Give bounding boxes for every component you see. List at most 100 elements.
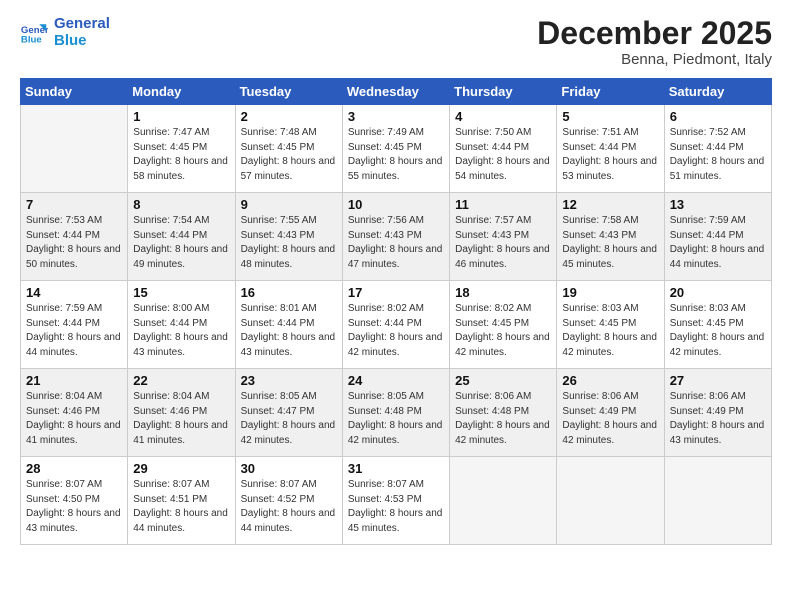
header: General Blue General Blue December 2025 … bbox=[20, 16, 772, 68]
weekday-monday: Monday bbox=[128, 79, 235, 105]
calendar-day-31: 31 Sunrise: 8:07 AMSunset: 4:53 PMDayligh… bbox=[342, 457, 449, 545]
day-info: Sunrise: 7:56 AMSunset: 4:43 PMDaylight:… bbox=[348, 214, 444, 272]
calendar-week-5: 28Sunrise: 8:07 AMSunset: 4:50 PMDayligh… bbox=[21, 457, 772, 545]
calendar-day-12: 12 Sunrise: 7:58 AMSunset: 4:43 PMDayligh… bbox=[557, 193, 664, 281]
day-number: 4 bbox=[455, 109, 551, 124]
calendar-day-6: 6 Sunrise: 7:52 AMSunset: 4:44 PMDaylight… bbox=[664, 105, 771, 193]
weekday-tuesday: Tuesday bbox=[235, 79, 342, 105]
calendar-day-9: 9Sunrise: 7:55 AMSunset: 4:43 PMDaylight… bbox=[235, 193, 342, 281]
day-number: 8 bbox=[133, 197, 229, 212]
calendar-day-30: 30 Sunrise: 8:07 AMSunset: 4:52 PMDayligh… bbox=[235, 457, 342, 545]
calendar-week-4: 21Sunrise: 8:04 AMSunset: 4:46 PMDayligh… bbox=[21, 369, 772, 457]
day-info: Sunrise: 8:07 AMSunset: 4:52 PMDaylight:… bbox=[241, 478, 337, 536]
calendar-day-5: 5 Sunrise: 7:51 AMSunset: 4:44 PMDaylight… bbox=[557, 105, 664, 193]
day-info: Sunrise: 7:52 AMSunset: 4:44 PMDaylight:… bbox=[670, 126, 766, 184]
day-info: Sunrise: 7:57 AMSunset: 4:43 PMDaylight:… bbox=[455, 214, 551, 272]
calendar-day-8: 8 Sunrise: 7:54 AMSunset: 4:44 PMDaylight… bbox=[128, 193, 235, 281]
calendar-week-3: 14 Sunrise: 7:59 AMSunset: 4:44 PMDayligh… bbox=[21, 281, 772, 369]
calendar-day-26: 26 Sunrise: 8:06 AMSunset: 4:49 PMDayligh… bbox=[557, 369, 664, 457]
day-info: Sunrise: 8:07 AMSunset: 4:51 PMDaylight:… bbox=[133, 478, 229, 536]
day-info: Sunrise: 7:59 AMSunset: 4:44 PMDaylight:… bbox=[26, 302, 122, 360]
day-number: 24 bbox=[348, 373, 444, 388]
day-info: Sunrise: 7:50 AMSunset: 4:44 PMDaylight:… bbox=[455, 126, 551, 184]
day-info: Sunrise: 8:06 AMSunset: 4:49 PMDaylight:… bbox=[562, 390, 658, 448]
calendar-day-14: 14 Sunrise: 7:59 AMSunset: 4:44 PMDayligh… bbox=[21, 281, 128, 369]
day-number: 5 bbox=[562, 109, 658, 124]
calendar-day-21: 21Sunrise: 8:04 AMSunset: 4:46 PMDayligh… bbox=[21, 369, 128, 457]
calendar-table: SundayMondayTuesdayWednesdayThursdayFrid… bbox=[20, 78, 772, 545]
day-info: Sunrise: 8:03 AMSunset: 4:45 PMDaylight:… bbox=[670, 302, 766, 360]
day-number: 14 bbox=[26, 285, 122, 300]
calendar-day-20: 20Sunrise: 8:03 AMSunset: 4:45 PMDayligh… bbox=[664, 281, 771, 369]
calendar-day-10: 10Sunrise: 7:56 AMSunset: 4:43 PMDayligh… bbox=[342, 193, 449, 281]
day-info: Sunrise: 7:51 AMSunset: 4:44 PMDaylight:… bbox=[562, 126, 658, 184]
empty-cell bbox=[21, 105, 128, 193]
calendar-day-25: 25Sunrise: 8:06 AMSunset: 4:48 PMDayligh… bbox=[450, 369, 557, 457]
svg-text:Blue: Blue bbox=[21, 34, 42, 45]
day-info: Sunrise: 8:01 AMSunset: 4:44 PMDaylight:… bbox=[241, 302, 337, 360]
day-info: Sunrise: 8:04 AMSunset: 4:46 PMDaylight:… bbox=[26, 390, 122, 448]
day-number: 13 bbox=[670, 197, 766, 212]
calendar-day-22: 22 Sunrise: 8:04 AMSunset: 4:46 PMDayligh… bbox=[128, 369, 235, 457]
calendar-day-2: 2 Sunrise: 7:48 AMSunset: 4:45 PMDaylight… bbox=[235, 105, 342, 193]
day-number: 19 bbox=[562, 285, 658, 300]
logo-icon: General Blue bbox=[20, 19, 48, 47]
month-title: December 2025 bbox=[537, 16, 772, 51]
day-info: Sunrise: 7:48 AMSunset: 4:45 PMDaylight:… bbox=[241, 126, 337, 184]
calendar-day-23: 23 Sunrise: 8:05 AMSunset: 4:47 PMDayligh… bbox=[235, 369, 342, 457]
day-number: 29 bbox=[133, 461, 229, 476]
day-info: Sunrise: 7:53 AMSunset: 4:44 PMDaylight:… bbox=[26, 214, 122, 272]
day-number: 7 bbox=[26, 197, 122, 212]
day-info: Sunrise: 8:05 AMSunset: 4:47 PMDaylight:… bbox=[241, 390, 337, 448]
day-number: 22 bbox=[133, 373, 229, 388]
calendar-day-17: 17Sunrise: 8:02 AMSunset: 4:44 PMDayligh… bbox=[342, 281, 449, 369]
day-number: 23 bbox=[241, 373, 337, 388]
day-number: 3 bbox=[348, 109, 444, 124]
weekday-saturday: Saturday bbox=[664, 79, 771, 105]
day-info: Sunrise: 8:00 AMSunset: 4:44 PMDaylight:… bbox=[133, 302, 229, 360]
location: Benna, Piedmont, Italy bbox=[537, 51, 772, 68]
calendar-day-3: 3 Sunrise: 7:49 AMSunset: 4:45 PMDaylight… bbox=[342, 105, 449, 193]
title-block: December 2025 Benna, Piedmont, Italy bbox=[537, 16, 772, 68]
day-info: Sunrise: 8:07 AMSunset: 4:53 PMDaylight:… bbox=[348, 478, 444, 536]
day-number: 6 bbox=[670, 109, 766, 124]
weekday-wednesday: Wednesday bbox=[342, 79, 449, 105]
day-number: 9 bbox=[241, 197, 337, 212]
calendar-day-7: 7 Sunrise: 7:53 AMSunset: 4:44 PMDaylight… bbox=[21, 193, 128, 281]
empty-cell bbox=[557, 457, 664, 545]
day-info: Sunrise: 8:03 AMSunset: 4:45 PMDaylight:… bbox=[562, 302, 658, 360]
calendar-day-24: 24 Sunrise: 8:05 AMSunset: 4:48 PMDayligh… bbox=[342, 369, 449, 457]
day-number: 12 bbox=[562, 197, 658, 212]
day-number: 16 bbox=[241, 285, 337, 300]
calendar-week-1: 1Sunrise: 7:47 AMSunset: 4:45 PMDaylight… bbox=[21, 105, 772, 193]
weekday-friday: Friday bbox=[557, 79, 664, 105]
day-number: 26 bbox=[562, 373, 658, 388]
calendar-day-28: 28Sunrise: 8:07 AMSunset: 4:50 PMDayligh… bbox=[21, 457, 128, 545]
weekday-thursday: Thursday bbox=[450, 79, 557, 105]
day-number: 27 bbox=[670, 373, 766, 388]
calendar-day-29: 29 Sunrise: 8:07 AMSunset: 4:51 PMDayligh… bbox=[128, 457, 235, 545]
calendar-day-15: 15 Sunrise: 8:00 AMSunset: 4:44 PMDayligh… bbox=[128, 281, 235, 369]
day-info: Sunrise: 8:04 AMSunset: 4:46 PMDaylight:… bbox=[133, 390, 229, 448]
day-number: 2 bbox=[241, 109, 337, 124]
day-number: 15 bbox=[133, 285, 229, 300]
day-info: Sunrise: 8:05 AMSunset: 4:48 PMDaylight:… bbox=[348, 390, 444, 448]
calendar-day-11: 11Sunrise: 7:57 AMSunset: 4:43 PMDayligh… bbox=[450, 193, 557, 281]
day-info: Sunrise: 8:07 AMSunset: 4:50 PMDaylight:… bbox=[26, 478, 122, 536]
day-info: Sunrise: 7:59 AMSunset: 4:44 PMDaylight:… bbox=[670, 214, 766, 272]
calendar-day-27: 27 Sunrise: 8:06 AMSunset: 4:49 PMDayligh… bbox=[664, 369, 771, 457]
logo-blue: Blue bbox=[54, 33, 110, 50]
calendar-day-4: 4 Sunrise: 7:50 AMSunset: 4:44 PMDaylight… bbox=[450, 105, 557, 193]
day-number: 31 bbox=[348, 461, 444, 476]
day-info: Sunrise: 8:06 AMSunset: 4:49 PMDaylight:… bbox=[670, 390, 766, 448]
page: General Blue General Blue December 2025 … bbox=[0, 0, 792, 612]
day-number: 18 bbox=[455, 285, 551, 300]
day-number: 30 bbox=[241, 461, 337, 476]
day-info: Sunrise: 7:58 AMSunset: 4:43 PMDaylight:… bbox=[562, 214, 658, 272]
calendar-header: SundayMondayTuesdayWednesdayThursdayFrid… bbox=[21, 79, 772, 105]
day-info: Sunrise: 8:02 AMSunset: 4:45 PMDaylight:… bbox=[455, 302, 551, 360]
day-info: Sunrise: 7:54 AMSunset: 4:44 PMDaylight:… bbox=[133, 214, 229, 272]
calendar-day-19: 19 Sunrise: 8:03 AMSunset: 4:45 PMDayligh… bbox=[557, 281, 664, 369]
day-info: Sunrise: 7:49 AMSunset: 4:45 PMDaylight:… bbox=[348, 126, 444, 184]
logo: General Blue General Blue bbox=[20, 16, 110, 49]
